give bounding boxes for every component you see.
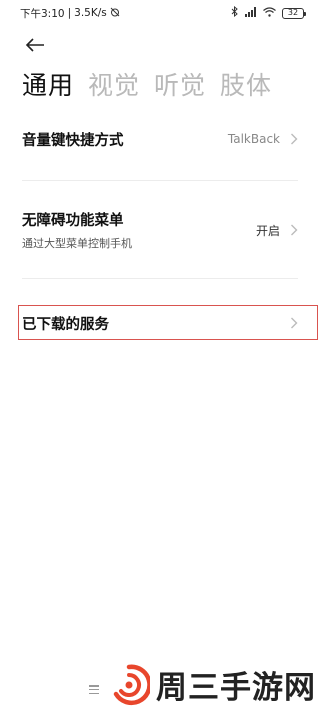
status-network-speed: 3.5K/s: [74, 7, 107, 19]
menu-icon[interactable]: [89, 685, 99, 694]
highlight-box: [18, 305, 318, 340]
tab-general[interactable]: 通用: [22, 66, 74, 102]
setting-value-group: 开启: [256, 222, 298, 239]
setting-volume-shortcut[interactable]: 音量键快捷方式 TalkBack: [22, 127, 298, 151]
watermark-text: 周三手游网: [156, 670, 316, 706]
setting-accessibility-menu[interactable]: 无障碍功能菜单 通过大型菜单控制手机 开启: [22, 210, 298, 250]
setting-value-group: TalkBack: [228, 132, 298, 146]
signal-icon: [245, 6, 257, 20]
setting-title: 音量键快捷方式: [22, 132, 124, 149]
setting-text-group: 无障碍功能菜单 通过大型菜单控制手机: [22, 209, 132, 251]
bluetooth-icon: [231, 5, 239, 20]
battery-icon: 32: [282, 7, 306, 19]
category-tabs: 通用 视觉 听觉 肢体: [22, 66, 272, 102]
wifi-icon: [263, 6, 276, 20]
setting-subtitle: 通过大型菜单控制手机: [22, 237, 132, 250]
battery-level: 32: [287, 8, 299, 17]
divider: [22, 278, 298, 279]
status-separator: |: [67, 7, 72, 19]
watermark-logo-icon: [113, 664, 150, 705]
back-arrow-icon: [25, 38, 44, 52]
watermark: 周三手游网: [108, 662, 316, 707]
tab-physical[interactable]: 肢体: [220, 66, 272, 102]
status-time: 下午3:10: [20, 7, 65, 20]
status-bar: 下午3:10 | 3.5K/s 32: [0, 0, 320, 26]
alarm-off-icon: [110, 7, 120, 20]
status-right: 32: [231, 5, 306, 20]
tab-hearing[interactable]: 听觉: [154, 66, 206, 102]
chevron-right-icon: [291, 133, 298, 145]
status-left: 下午3:10 | 3.5K/s: [20, 6, 120, 21]
back-button[interactable]: [22, 32, 48, 58]
setting-value: TalkBack: [227, 132, 280, 146]
setting-title: 无障碍功能菜单: [22, 213, 124, 229]
setting-value: 开启: [255, 223, 280, 238]
divider: [22, 180, 298, 181]
tab-vision[interactable]: 视觉: [88, 66, 140, 102]
chevron-right-icon: [291, 224, 298, 236]
